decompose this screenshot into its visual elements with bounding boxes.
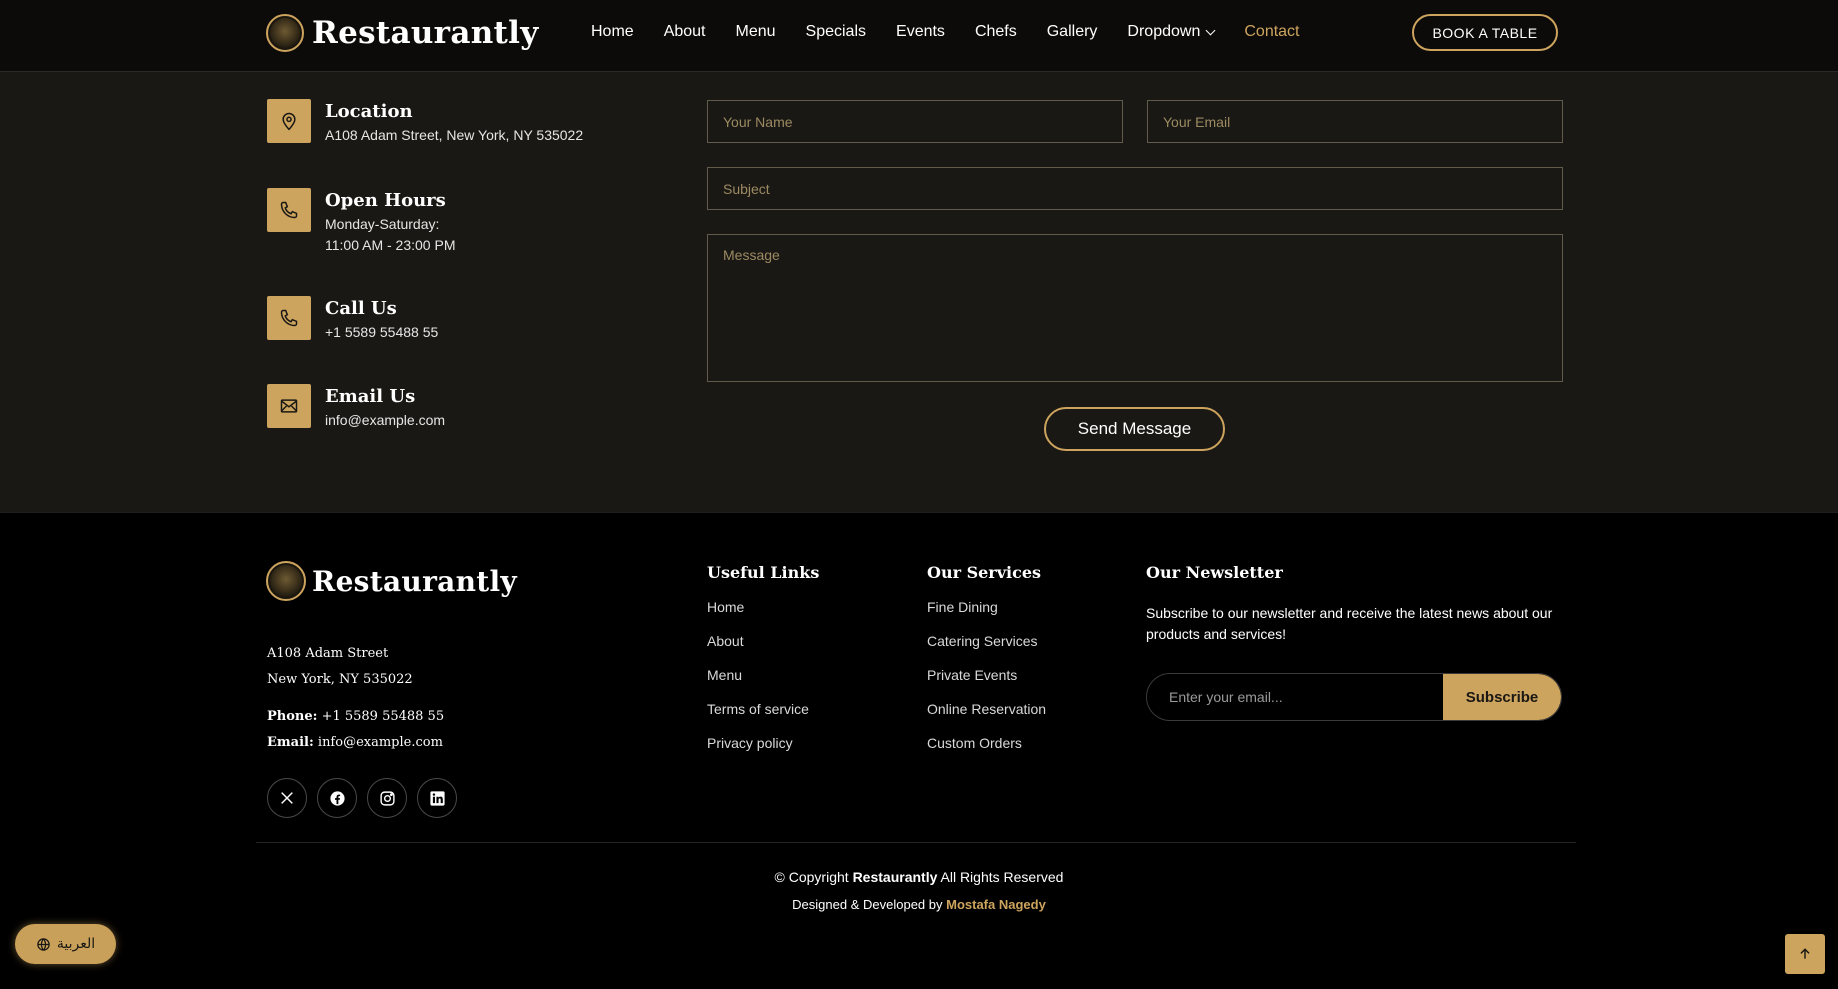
footer-address-line1: A108 Adam Street	[267, 646, 389, 661]
info-call-title: Call Us	[325, 298, 397, 319]
newsletter-column: Our Newsletter	[1146, 563, 1283, 598]
footer-phone-label: Phone:	[267, 709, 318, 724]
nav-item-home[interactable]: Home	[591, 23, 634, 41]
newsletter-text: Subscribe to our newsletter and receive …	[1146, 605, 1553, 642]
nav-item-gallery[interactable]: Gallery	[1047, 23, 1098, 41]
globe-icon	[37, 937, 50, 951]
footer-logo-text: Restaurantly	[312, 564, 517, 598]
subscribe-button[interactable]: Subscribe	[1443, 674, 1561, 720]
site-logo[interactable]: Restaurantly	[266, 14, 539, 52]
footer-email: Email: info@example.com	[267, 735, 443, 750]
info-email-title: Email Us	[325, 386, 416, 407]
newsletter-form: Subscribe	[1146, 673, 1562, 721]
language-toggle-label: العربية	[56, 936, 96, 952]
service-private-events[interactable]: Private Events	[927, 666, 1046, 700]
map-pin-icon	[267, 99, 311, 143]
copyright-brand: Restaurantly	[852, 869, 938, 885]
envelope-icon	[267, 384, 311, 428]
social-links	[267, 778, 467, 818]
credit-prefix: Designed & Developed by	[792, 897, 943, 912]
info-email-value: info@example.com	[325, 412, 446, 428]
site-footer: Restaurantly A108 Adam Street New York, …	[0, 512, 1838, 989]
x-icon[interactable]	[267, 778, 307, 818]
credit-line: Designed & Developed by Mostafa Nagedy	[0, 897, 1838, 912]
info-hours-days: Monday-Saturday:	[325, 216, 440, 232]
instagram-icon[interactable]	[367, 778, 407, 818]
info-location: Location A108 Adam Street, New York, NY …	[267, 99, 583, 143]
newsletter-email-input[interactable]	[1147, 674, 1443, 720]
nav-item-dropdown-label: Dropdown	[1127, 23, 1201, 40]
info-call-value: +1 5589 55488 55	[325, 324, 439, 340]
info-hours-title: Open Hours	[325, 190, 446, 211]
main-nav: Home About Menu Specials Events Chefs Ga…	[591, 23, 1330, 41]
phone-icon	[267, 296, 311, 340]
credit-author-link[interactable]: Mostafa Nagedy	[946, 897, 1046, 912]
nav-item-events[interactable]: Events	[896, 23, 945, 41]
subject-field[interactable]	[707, 167, 1563, 210]
logo-emblem-icon	[266, 14, 304, 52]
info-hours: Open Hours Monday-Saturday: 11:00 AM - 2…	[267, 188, 455, 253]
message-field[interactable]	[707, 234, 1563, 382]
newsletter-title: Our Newsletter	[1146, 563, 1283, 582]
logo-text: Restaurantly	[312, 15, 539, 51]
service-catering[interactable]: Catering Services	[927, 632, 1046, 666]
services-column: Our Services Fine Dining Catering Servic…	[927, 563, 1046, 768]
useful-links-title: Useful Links	[707, 563, 820, 582]
copyright-prefix: © Copyright	[774, 869, 849, 885]
language-toggle-button[interactable]: العربية	[15, 924, 116, 964]
footer-phone: Phone: +1 5589 55488 55	[267, 709, 444, 724]
phone-icon	[267, 188, 311, 232]
footer-phone-value: +1 5589 55488 55	[321, 709, 445, 724]
scroll-top-button[interactable]	[1785, 934, 1825, 974]
footer-link-about[interactable]: About	[707, 632, 819, 666]
linkedin-icon[interactable]	[417, 778, 457, 818]
arrow-up-icon	[1800, 948, 1810, 959]
book-table-button[interactable]: BOOK A TABLE	[1412, 14, 1558, 51]
info-call: Call Us +1 5589 55488 55	[267, 296, 438, 340]
info-email: Email Us info@example.com	[267, 384, 445, 428]
service-online-reservation[interactable]: Online Reservation	[927, 700, 1046, 734]
services-title: Our Services	[927, 563, 1042, 582]
nav-item-contact[interactable]: Contact	[1244, 23, 1299, 41]
footer-divider	[256, 842, 1576, 843]
copyright: © Copyright Restaurantly All Rights Rese…	[0, 869, 1838, 885]
info-location-title: Location	[325, 101, 413, 122]
nav-item-specials[interactable]: Specials	[806, 23, 866, 41]
footer-address-line2: New York, NY 535022	[267, 672, 413, 687]
copyright-suffix: All Rights Reserved	[940, 869, 1064, 885]
logo-emblem-icon	[266, 561, 306, 601]
footer-email-value: info@example.com	[317, 735, 443, 750]
contact-section: Location A108 Adam Street, New York, NY …	[0, 72, 1838, 512]
nav-item-about[interactable]: About	[664, 23, 706, 41]
nav-item-dropdown[interactable]: Dropdown	[1127, 23, 1216, 41]
site-header: Restaurantly Home About Menu Specials Ev…	[0, 0, 1838, 72]
footer-link-home[interactable]: Home	[707, 598, 819, 632]
name-field[interactable]	[707, 100, 1123, 143]
info-location-value: A108 Adam Street, New York, NY 535022	[325, 127, 584, 143]
email-field[interactable]	[1147, 100, 1563, 143]
info-hours-time: 11:00 AM - 23:00 PM	[325, 237, 456, 253]
footer-logo[interactable]: Restaurantly	[266, 561, 517, 601]
footer-link-menu[interactable]: Menu	[707, 666, 819, 700]
service-fine-dining[interactable]: Fine Dining	[927, 598, 1046, 632]
nav-item-menu[interactable]: Menu	[736, 23, 776, 41]
footer-link-privacy[interactable]: Privacy policy	[707, 734, 819, 768]
chevron-down-icon	[1205, 25, 1216, 35]
useful-links-column: Useful Links Home About Menu Terms of se…	[707, 563, 819, 768]
footer-email-label: Email:	[267, 735, 314, 750]
service-custom-orders[interactable]: Custom Orders	[927, 734, 1046, 768]
send-message-button[interactable]: Send Message	[1044, 407, 1225, 451]
footer-link-terms[interactable]: Terms of service	[707, 700, 819, 734]
nav-item-chefs[interactable]: Chefs	[975, 23, 1017, 41]
facebook-icon[interactable]	[317, 778, 357, 818]
